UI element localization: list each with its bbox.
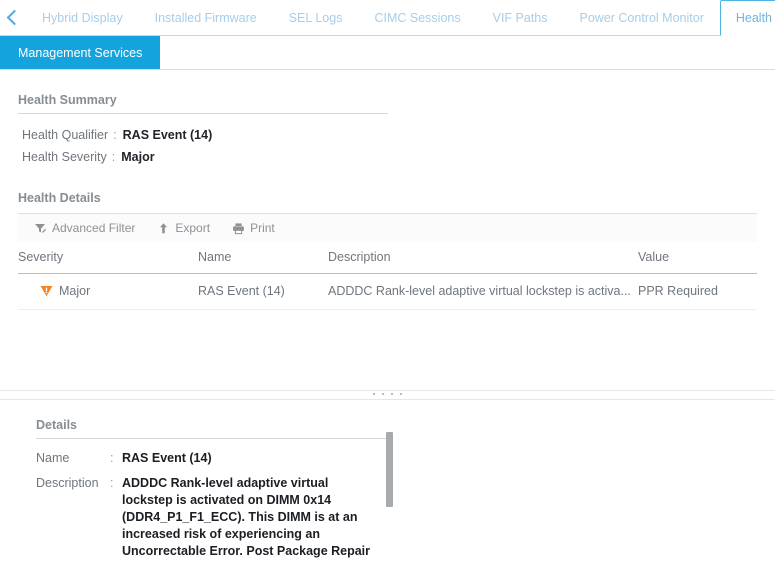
health-qualifier-value: RAS Event (14) — [122, 128, 213, 142]
cell-value: PPR Required — [638, 273, 757, 310]
column-header-value[interactable]: Value — [638, 242, 757, 274]
cell-severity: Major — [18, 273, 198, 310]
health-summary-title: Health Summary — [18, 93, 117, 107]
splitter-grip-dots — [0, 393, 775, 395]
health-severity-label: Health Severity — [22, 150, 107, 164]
colon-separator: : — [110, 451, 114, 465]
advanced-filter-button[interactable]: Advanced Filter — [34, 221, 135, 235]
advanced-filter-label: Advanced Filter — [52, 221, 136, 235]
tab-label: Installed Firmware — [154, 11, 257, 25]
cell-name: RAS Event (14) — [198, 273, 328, 310]
tab-sel-logs[interactable]: SEL Logs — [273, 0, 359, 35]
export-label: Export — [175, 221, 211, 235]
colon-separator: : — [111, 150, 116, 164]
tab-cimc-sessions[interactable]: CIMC Sessions — [358, 0, 476, 35]
table-header-row: Severity Name Description Value — [18, 242, 757, 274]
details-scrollbar-thumb[interactable] — [386, 432, 393, 507]
panel-splitter-handle[interactable] — [0, 390, 775, 400]
export-button[interactable]: Export — [157, 221, 210, 235]
tab-power-control-monitor[interactable]: Power Control Monitor — [564, 0, 720, 35]
health-qualifier-label: Health Qualifier — [22, 128, 109, 142]
severity-label: Major — [59, 284, 91, 298]
table-toolbar: Advanced Filter Export Print — [18, 213, 757, 242]
table-row[interactable]: Major RAS Event (14) ADDDC Rank-level ad… — [18, 273, 757, 310]
column-header-description[interactable]: Description — [328, 242, 638, 274]
column-header-name[interactable]: Name — [198, 242, 328, 274]
chevron-left-icon — [6, 9, 23, 26]
grip-dot — [373, 393, 375, 395]
health-summary-divider — [18, 113, 388, 114]
column-header-severity[interactable]: Severity — [18, 242, 198, 274]
details-description-value: ADDDC Rank-level adaptive virtual lockst… — [122, 476, 371, 558]
tab-label: Power Control Monitor — [579, 11, 704, 25]
printer-icon — [232, 222, 245, 235]
major-warning-triangle-icon — [40, 285, 53, 297]
health-severity-value: Major — [121, 150, 155, 164]
details-panel: Details Name : RAS Event (14) Descriptio… — [0, 418, 775, 560]
primary-tab-list: Hybrid Display Installed Firmware SEL Lo… — [26, 0, 775, 36]
details-name-row: Name : RAS Event (14) — [36, 450, 775, 467]
tab-hybrid-display[interactable]: Hybrid Display — [26, 0, 139, 35]
primary-tab-bar: Hybrid Display Installed Firmware SEL Lo… — [0, 0, 775, 36]
details-name-value: RAS Event (14) — [122, 451, 212, 465]
tab-label: Hybrid Display — [42, 11, 123, 25]
health-details-table: Severity Name Description Value Major RA… — [18, 242, 757, 310]
table-body: Major RAS Event (14) ADDDC Rank-level ad… — [18, 273, 757, 310]
print-button[interactable]: Print — [232, 221, 275, 235]
table-empty-space — [18, 310, 757, 390]
tab-installed-firmware[interactable]: Installed Firmware — [139, 0, 273, 35]
health-summary-list: Health Qualifier : RAS Event (14) Health… — [18, 124, 757, 168]
secondary-tab-bar: Management Services — [0, 36, 775, 70]
table-header: Severity Name Description Value — [18, 242, 757, 274]
grip-dot — [400, 393, 402, 395]
details-panel-divider — [36, 438, 393, 439]
tab-label: Health — [735, 11, 772, 25]
details-description-label: Description — [36, 476, 99, 490]
details-field-list: Name : RAS Event (14) Description : ADDD… — [36, 450, 775, 560]
grip-dot — [391, 393, 393, 395]
page-content: Health Summary Health Qualifier : RAS Ev… — [0, 93, 775, 390]
export-up-arrow-icon — [157, 222, 170, 235]
details-description-row: Description : ADDDC Rank-level adaptive … — [36, 475, 775, 560]
colon-separator: : — [113, 128, 117, 142]
details-panel-title: Details — [36, 418, 77, 432]
subtab-label: Management Services — [18, 45, 143, 60]
filter-icon — [34, 222, 47, 235]
tab-vif-paths[interactable]: VIF Paths — [477, 0, 564, 35]
tab-label: SEL Logs — [288, 11, 343, 25]
tab-health[interactable]: Health — [719, 0, 775, 36]
health-details-title: Health Details — [18, 191, 101, 205]
colon-separator: : — [110, 476, 114, 490]
tab-label: VIF Paths — [492, 11, 548, 25]
health-qualifier-row: Health Qualifier : RAS Event (14) — [22, 124, 757, 146]
tab-scroll-left-button[interactable] — [0, 0, 26, 35]
print-label: Print — [250, 221, 275, 235]
details-name-label: Name — [36, 451, 70, 465]
grip-dot — [382, 393, 384, 395]
tab-label: CIMC Sessions — [374, 11, 461, 25]
health-details-table-card: Advanced Filter Export Print Severity Na… — [18, 213, 757, 390]
cell-description: ADDDC Rank-level adaptive virtual lockst… — [328, 273, 638, 310]
health-severity-row: Health Severity : Major — [22, 146, 757, 168]
subtab-management-services[interactable]: Management Services — [0, 36, 161, 69]
severity-badge: Major — [18, 284, 198, 298]
